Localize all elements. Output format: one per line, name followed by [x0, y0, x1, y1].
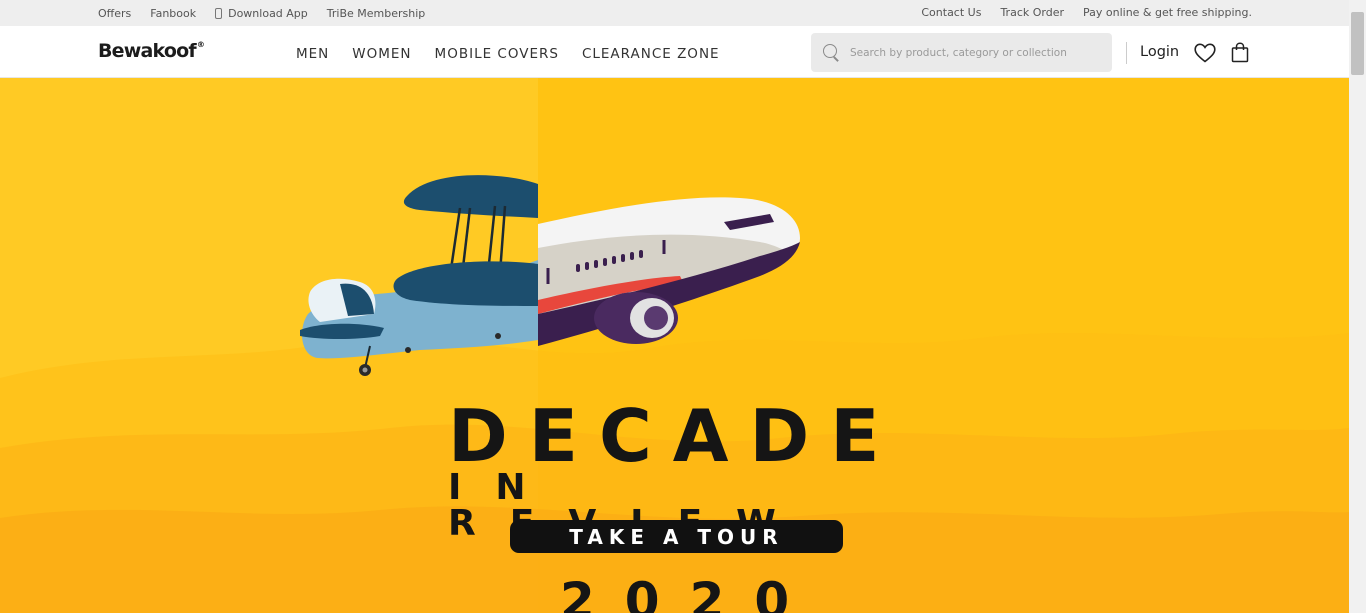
fanbook-link[interactable]: Fanbook	[150, 7, 196, 20]
top-utility-bar: Offers Fanbook Download App TriBe Member…	[0, 0, 1349, 26]
download-app-link[interactable]: Download App	[215, 7, 308, 20]
brand-logo[interactable]: Bewakoof®	[98, 39, 205, 62]
bag-icon[interactable]	[1231, 42, 1249, 63]
nav-item-women[interactable]: WOMEN	[352, 46, 411, 62]
search-input[interactable]	[850, 46, 1100, 59]
page-scrollbar[interactable]	[1349, 0, 1366, 613]
page: Offers Fanbook Download App TriBe Member…	[0, 0, 1366, 613]
take-a-tour-button[interactable]: TAKE A TOUR	[510, 520, 843, 553]
login-button[interactable]: Login	[1140, 44, 1179, 60]
nav-item-men[interactable]: MEN	[296, 46, 329, 62]
phone-icon	[215, 8, 223, 19]
main-header: Bewakoof® MEN WOMEN MOBILE COVERS CLEARA…	[0, 26, 1349, 78]
contact-us-link[interactable]: Contact Us	[921, 6, 981, 19]
offers-link[interactable]: Offers	[98, 7, 131, 20]
tribe-membership-link[interactable]: TriBe Membership	[327, 7, 425, 20]
header-divider	[1126, 42, 1127, 64]
biplane	[300, 175, 538, 376]
hero-banner[interactable]: DECADE IN REVIEW TAKE A TOUR 2020	[0, 78, 1349, 613]
topbar-left-links: Offers Fanbook Download App TriBe Member…	[98, 7, 444, 20]
headline-decade: DECADE	[448, 394, 901, 478]
heart-icon[interactable]	[1194, 43, 1216, 63]
brand-logo-text: Bewakoof	[98, 40, 197, 62]
year-label: 2020	[560, 572, 820, 613]
topbar-right-links: Contact Us Track Order Pay online & get …	[902, 6, 1252, 19]
airliner	[538, 197, 800, 346]
track-order-link[interactable]: Track Order	[1000, 6, 1064, 19]
nav-item-clearance-zone[interactable]: CLEARANCE ZONE	[582, 46, 720, 62]
search-icon[interactable]	[823, 44, 840, 61]
scrollbar-thumb[interactable]	[1351, 12, 1364, 75]
download-app-label: Download App	[228, 7, 308, 20]
nav-item-mobile-covers[interactable]: MOBILE COVERS	[435, 46, 559, 62]
main-nav: MEN WOMEN MOBILE COVERS CLEARANCE ZONE	[296, 46, 743, 62]
registered-mark: ®	[196, 39, 205, 49]
search-bar[interactable]	[811, 33, 1112, 72]
free-shipping-link[interactable]: Pay online & get free shipping.	[1083, 6, 1252, 19]
